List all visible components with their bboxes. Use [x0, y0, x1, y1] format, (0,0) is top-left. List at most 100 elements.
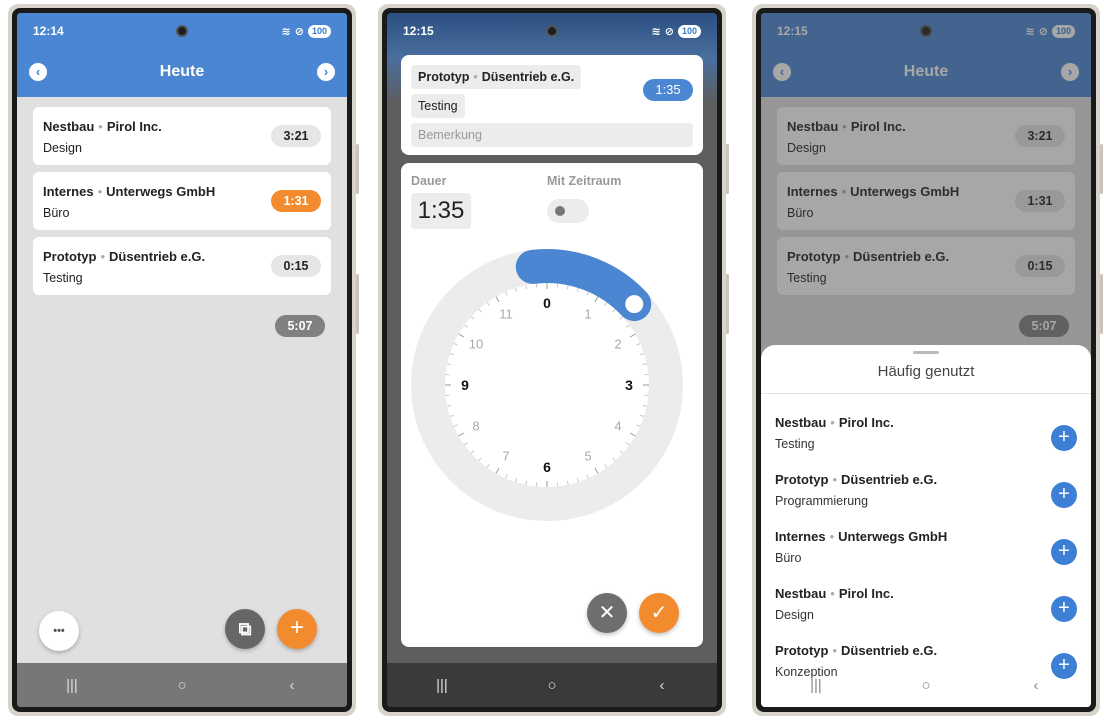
more-button[interactable]: •••: [39, 611, 79, 651]
phone-today: 12:14 ≋ ⊘ 100 ‹ Heute › Nestbau • Pirol In…: [8, 4, 359, 716]
entry-duration-badge[interactable]: 1:31: [271, 190, 321, 212]
dnd-icon: ⊘: [294, 25, 304, 38]
home-icon[interactable]: ○: [167, 677, 197, 694]
frequent-item: Internes • Unterwegs GmbH Büro +: [775, 529, 1077, 579]
cancel-button[interactable]: ✕: [587, 593, 627, 633]
frequent-item: Nestbau • Pirol Inc. Design +: [775, 586, 1077, 636]
time-entry-card[interactable]: Prototyp • Düsentrieb e.G. Testing 0:15: [33, 237, 331, 295]
frequent-item: Nestbau • Pirol Inc. Testing +: [775, 415, 1077, 465]
duration-card: Dauer 1:35 Mit Zeitraum 0 1 2 3 4 5 6 7 8 9 10 11 ✕…: [401, 163, 703, 647]
confirm-button[interactable]: ✓: [639, 593, 679, 633]
dial-number: 5: [584, 448, 592, 464]
app-bar: 12:14 ≋ ⊘ 100 ‹ Heute ›: [17, 13, 347, 97]
sheet-title: Häufig genutzt: [877, 363, 975, 380]
status-time: 12:15: [403, 24, 434, 38]
entry-client: Unterwegs GmbH: [106, 184, 216, 199]
duration-badge: 1:35: [643, 79, 693, 101]
home-icon[interactable]: ○: [537, 677, 567, 694]
frequent-client: Düsentrieb e.G.: [841, 643, 938, 658]
frequent-client: Unterwegs GmbH: [838, 529, 948, 544]
frequent-project: Nestbau: [775, 415, 827, 430]
time-entry-card[interactable]: Internes • Unterwegs GmbH Büro 1:31: [33, 172, 331, 230]
project-chip[interactable]: Prototyp • Düsentrieb e.G.: [411, 65, 582, 89]
copy-entry-button[interactable]: ⧉: [225, 609, 265, 649]
camera-icon: [176, 25, 188, 37]
frequent-project: Prototyp: [775, 472, 829, 487]
home-icon[interactable]: ○: [911, 677, 941, 694]
timespan-toggle[interactable]: [547, 199, 589, 223]
dial-number: 2: [614, 336, 622, 352]
dial-number: 7: [502, 448, 510, 464]
library-add-icon: ⧉: [238, 619, 252, 639]
battery-icon: 100: [307, 24, 331, 38]
dial-number: 10: [468, 336, 484, 352]
camera-icon: [546, 25, 558, 37]
timespan-label: Mit Zeitraum: [547, 174, 622, 188]
duration-value[interactable]: 1:35: [411, 193, 471, 229]
sheet-drag-handle[interactable]: [913, 351, 939, 354]
frequent-task: Programmierung: [775, 494, 869, 508]
phone-frequent: 12:15 ≋ ⊘ 100 ‹ Heute › Nestbau • Pirol In…: [752, 4, 1103, 716]
dnd-icon: ⊘: [664, 25, 674, 38]
plus-icon: +: [1058, 597, 1070, 619]
chevron-right-icon[interactable]: ›: [317, 63, 335, 81]
frequent-client: Pirol Inc.: [838, 586, 894, 601]
dial-number: 3: [625, 377, 633, 393]
entry-client: Pirol Inc.: [106, 119, 162, 134]
task-chip[interactable]: Testing: [411, 94, 465, 118]
dial-number: 11: [499, 306, 513, 322]
frequent-task: Design: [775, 608, 814, 622]
dial-number: 9: [461, 377, 469, 393]
entry-project: Nestbau: [43, 119, 95, 134]
screen-edit: 12:15 ≋ ⊘ 100 Prototyp • Düsentrieb e.G. T…: [387, 13, 717, 707]
dial-number: 1: [584, 306, 592, 322]
frequent-task: Testing: [775, 437, 815, 451]
back-icon[interactable]: ‹: [647, 677, 677, 694]
entry-project: Internes: [43, 184, 94, 199]
page-title: Heute: [159, 63, 205, 80]
add-entry-button[interactable]: +: [277, 609, 317, 649]
entry-duration-badge[interactable]: 3:21: [271, 125, 321, 147]
add-frequent-button[interactable]: +: [1051, 482, 1077, 508]
back-icon[interactable]: ‹: [1021, 677, 1051, 694]
wifi-icon: ≋: [651, 25, 661, 38]
dial-number: 8: [472, 418, 480, 434]
add-frequent-button[interactable]: +: [1051, 539, 1077, 565]
status-bar: 12:14 ≋ ⊘ 100: [17, 13, 347, 49]
screen-frequent: 12:15 ≋ ⊘ 100 ‹ Heute › Nestbau • Pirol In…: [761, 13, 1091, 707]
dial-number: 4: [614, 418, 622, 434]
recents-icon[interactable]: |||: [801, 677, 831, 694]
entry-project: Prototyp: [43, 249, 97, 264]
frequent-item: Prototyp • Düsentrieb e.G. Programmierung +: [775, 472, 1077, 522]
entry-edit-card: Prototyp • Düsentrieb e.G. Testing Bemerku…: [401, 55, 703, 155]
time-entry-card[interactable]: Nestbau • Pirol Inc. Design 3:21: [33, 107, 331, 165]
battery-icon: 100: [677, 24, 701, 38]
status-bar: 12:15 ≋ ⊘ 100: [387, 13, 717, 49]
entry-client: Düsentrieb e.G.: [109, 249, 206, 264]
plus-icon: +: [1058, 483, 1070, 505]
status-time: 12:14: [33, 24, 64, 38]
wifi-icon: ≋: [281, 25, 291, 38]
frequent-client: Düsentrieb e.G.: [841, 472, 938, 487]
back-icon[interactable]: ‹: [277, 677, 307, 694]
screen-today: 12:14 ≋ ⊘ 100 ‹ Heute › Nestbau • Pirol In…: [17, 13, 347, 707]
phone-edit: 12:15 ≋ ⊘ 100 Prototyp • Düsentrieb e.G. T…: [378, 4, 729, 716]
dial-number: 0: [543, 295, 551, 311]
frequent-bottom-sheet: Häufig genutzt Nestbau • Pirol Inc. Testing…: [761, 345, 1091, 707]
frequent-task: Büro: [775, 551, 802, 565]
plus-icon: +: [1058, 426, 1070, 448]
duration-label: Dauer: [411, 174, 447, 188]
frequent-project: Nestbau: [775, 586, 827, 601]
frequent-client: Pirol Inc.: [838, 415, 894, 430]
system-navbar: ||| ○ ‹: [17, 663, 347, 707]
add-frequent-button[interactable]: +: [1051, 596, 1077, 622]
add-frequent-button[interactable]: +: [1051, 425, 1077, 451]
plus-icon: +: [1058, 540, 1070, 562]
entry-duration-badge[interactable]: 0:15: [271, 255, 321, 277]
remark-input[interactable]: Bemerkung: [411, 123, 693, 147]
frequent-project: Prototyp: [775, 643, 829, 658]
recents-icon[interactable]: |||: [57, 677, 87, 694]
recents-icon[interactable]: |||: [427, 677, 457, 694]
dial-number: 6: [543, 459, 551, 475]
total-duration-badge: 5:07: [275, 315, 325, 337]
